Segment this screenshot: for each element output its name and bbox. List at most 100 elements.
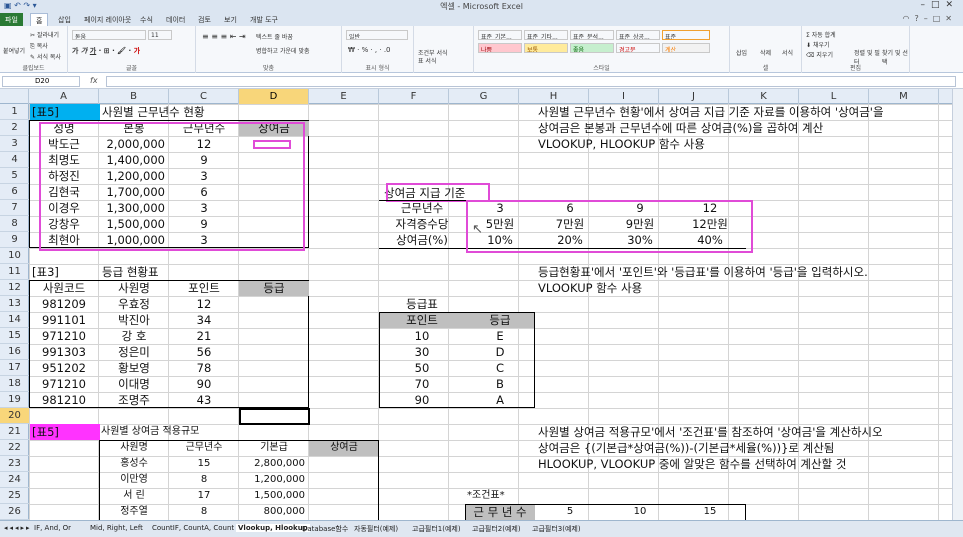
column-header-b[interactable]: B — [99, 89, 169, 104]
font-name-select[interactable]: 돋움 — [72, 30, 146, 40]
sheet-tab[interactable]: Vlookup, Hlookup — [236, 524, 310, 532]
table3-name-cell[interactable]: 홍성수 — [99, 456, 169, 472]
table2-name-cell[interactable]: 우효정 — [99, 296, 169, 312]
sheet-tab[interactable]: Mid, Right, Left — [90, 524, 143, 532]
sheet-tab[interactable]: Database함수 — [302, 524, 348, 534]
merge-center-button[interactable]: 병합하고 가운데 맞춤 — [256, 46, 310, 55]
tab-page-layout[interactable]: 페이지 레이아웃 — [84, 15, 131, 25]
table3-name-cell[interactable]: 정주열 — [99, 504, 169, 520]
table3-name-cell[interactable]: 서 린 — [99, 488, 169, 504]
grade-letter-cell[interactable]: A — [465, 392, 535, 408]
table3-salary-cell[interactable]: 1,500,000 — [239, 488, 309, 504]
column-header-c[interactable]: C — [169, 89, 239, 104]
row-header-5[interactable]: 5 — [0, 168, 29, 184]
table2-name-cell[interactable]: 강 호 — [99, 328, 169, 344]
clear-button[interactable]: ⌫ 지우기 — [806, 50, 833, 59]
column-header-a[interactable]: A — [29, 89, 99, 104]
table2-name-cell[interactable]: 조명주 — [99, 392, 169, 408]
cut-button[interactable]: ✂ 잘라내기 — [30, 30, 59, 39]
select-all-corner[interactable] — [0, 89, 29, 104]
table2-name-cell[interactable]: 이대명 — [99, 376, 169, 392]
row-header-26[interactable]: 26 — [0, 504, 29, 520]
style-good[interactable]: 좋음 — [570, 43, 614, 53]
row-header-15[interactable]: 15 — [0, 328, 29, 344]
column-header-h[interactable]: H — [519, 89, 589, 104]
window-controls[interactable]: –□✕ — [920, 0, 959, 10]
table2-code-cell[interactable]: 991101 — [29, 312, 99, 328]
style-calc[interactable]: 계산 — [662, 43, 710, 53]
table2-point-cell[interactable]: 78 — [169, 360, 239, 376]
row-header-6[interactable]: 6 — [0, 184, 29, 200]
style-bad[interactable]: 나쁨 — [478, 43, 522, 53]
table3-years-cell[interactable]: 17 — [169, 488, 239, 504]
grade-letter-cell[interactable]: B — [465, 376, 535, 392]
criteria-row-label[interactable]: 근무년수 — [379, 200, 465, 216]
column-header-d[interactable]: D — [239, 89, 309, 104]
style-warning[interactable]: 경고문 — [616, 43, 660, 53]
name-box[interactable]: D20 — [2, 76, 80, 87]
grade-letter-cell[interactable]: E — [465, 328, 535, 344]
table3-years-cell[interactable]: 15 — [169, 456, 239, 472]
row-header-14[interactable]: 14 — [0, 312, 29, 328]
grade-point-cell[interactable]: 70 — [379, 376, 465, 392]
table2-point-cell[interactable]: 34 — [169, 312, 239, 328]
row-header-4[interactable]: 4 — [0, 152, 29, 168]
grade-letter-cell[interactable]: D — [465, 344, 535, 360]
grade-letter-cell[interactable]: C — [465, 360, 535, 376]
table2-code-cell[interactable]: 991303 — [29, 344, 99, 360]
font-style-buttons[interactable]: 가 가 가 · ⊞ · 🖌 · 가 — [72, 46, 140, 56]
table2-point-cell[interactable]: 12 — [169, 296, 239, 312]
column-header-i[interactable]: I — [589, 89, 659, 104]
row-header-16[interactable]: 16 — [0, 344, 29, 360]
row-header-21[interactable]: 21 — [0, 424, 29, 440]
table2-point-cell[interactable]: 21 — [169, 328, 239, 344]
table3-salary-cell[interactable]: 2,800,000 — [239, 456, 309, 472]
style-item[interactable]: 표준_상공... — [616, 30, 660, 40]
column-header-l[interactable]: L — [799, 89, 869, 104]
sheet-tab[interactable]: 고급필터1(예제) — [412, 524, 461, 534]
copy-button[interactable]: ⎘ 복사 — [30, 41, 48, 51]
criteria-row-label[interactable]: 상여금(%) — [379, 232, 465, 248]
column-header-j[interactable]: J — [659, 89, 729, 104]
grade-point-cell[interactable]: 50 — [379, 360, 465, 376]
column-header-k[interactable]: K — [729, 89, 799, 104]
table2-code-cell[interactable]: 971210 — [29, 376, 99, 392]
delete-cells-button[interactable]: 삭제 — [760, 48, 771, 57]
sheet-tab[interactable]: 자동필터(예제) — [354, 524, 398, 534]
format-cells-button[interactable]: 서식 — [782, 48, 793, 57]
autosum-button[interactable]: Σ 자동 합계 — [806, 30, 836, 39]
column-header-f[interactable]: F — [379, 89, 449, 104]
sheet-nav-arrows[interactable]: ◂◂◂▸▸ — [4, 524, 32, 532]
table2-name-cell[interactable]: 정은미 — [99, 344, 169, 360]
table2-code-cell[interactable]: 981209 — [29, 296, 99, 312]
active-cell-d20[interactable] — [239, 408, 310, 425]
row-header-23[interactable]: 23 — [0, 456, 29, 472]
row-header-8[interactable]: 8 — [0, 216, 29, 232]
row-header-24[interactable]: 24 — [0, 472, 29, 488]
row-header-19[interactable]: 19 — [0, 392, 29, 408]
row-header-18[interactable]: 18 — [0, 376, 29, 392]
row-header-20[interactable]: 20 — [0, 408, 29, 424]
tab-insert[interactable]: 삽입 — [58, 15, 71, 25]
tab-view[interactable]: 보기 — [224, 15, 237, 25]
tab-developer[interactable]: 개발 도구 — [250, 15, 278, 25]
style-item[interactable]: 표준_기타... — [524, 30, 568, 40]
tab-data[interactable]: 데이터 — [166, 15, 185, 25]
row-header-9[interactable]: 9 — [0, 232, 29, 248]
table2-point-cell[interactable]: 56 — [169, 344, 239, 360]
table2-name-cell[interactable]: 박진아 — [99, 312, 169, 328]
table-format-button[interactable]: 표 서식 — [418, 56, 436, 65]
row-header-3[interactable]: 3 — [0, 136, 29, 152]
table3-salary-cell[interactable]: 800,000 — [239, 504, 309, 520]
row-header-2[interactable]: 2 — [0, 120, 29, 136]
table3-years-cell[interactable]: 8 — [169, 472, 239, 488]
table2-point-cell[interactable]: 90 — [169, 376, 239, 392]
worksheet-grid[interactable]: [표5] 사원별 근무년수 현황 성명 본봉 근무년수 상여금 박도근 2,000… — [29, 104, 963, 520]
column-header-m[interactable]: M — [869, 89, 939, 104]
wrap-text-button[interactable]: 텍스트 줄 바꿈 — [256, 32, 293, 41]
insert-cells-button[interactable]: 삽입 — [736, 48, 747, 57]
row-header-1[interactable]: 1 — [0, 104, 29, 120]
fill-button[interactable]: ⬇ 채우기 — [806, 40, 830, 49]
row-header-7[interactable]: 7 — [0, 200, 29, 216]
grade-point-cell[interactable]: 30 — [379, 344, 465, 360]
